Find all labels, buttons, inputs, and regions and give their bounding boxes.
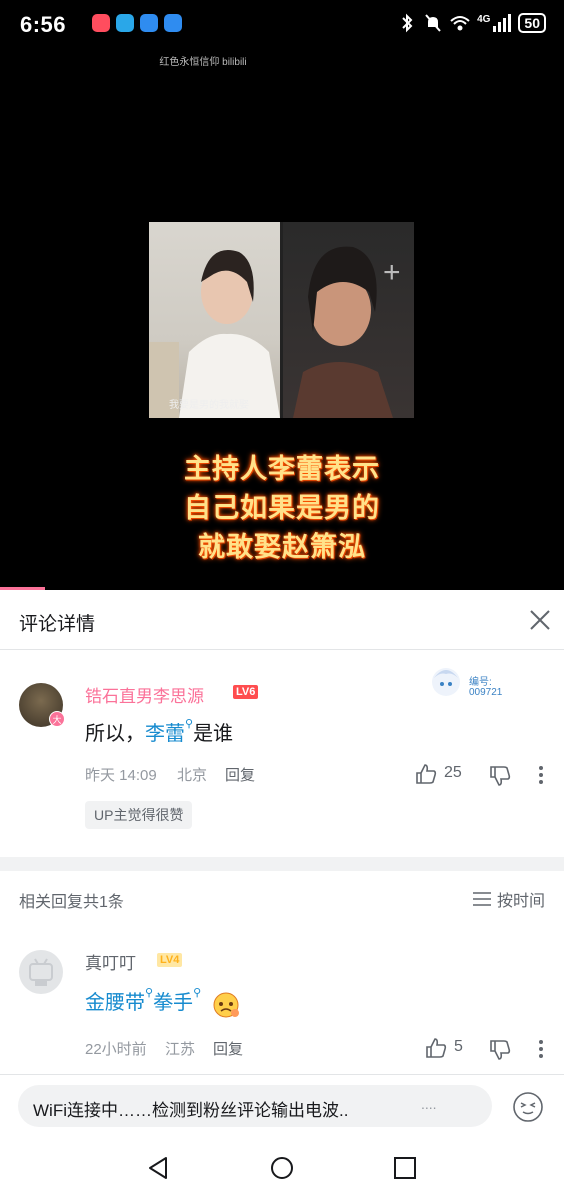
comment-username[interactable]: 锆石直男李思源 [85,682,204,707]
video-frame-right: + [283,222,414,418]
app-notification-icon [164,14,182,32]
search-keyword-link[interactable]: 金腰带 [85,992,145,1014]
comment-text: 所以，李蕾⚲是谁 [85,717,233,746]
mute-icon [425,14,441,32]
input-placeholder: WiFi连接中……检测到粉丝评论输出电波.. [33,1101,349,1120]
signal-icon [493,14,512,32]
more-icon[interactable] [539,766,543,787]
avatar[interactable] [19,950,63,994]
video-inner-subtitle: 我要是男的我就娶 [169,400,249,411]
up-liked-tag: UP主觉得很赞 [85,801,193,829]
video-frame-left: 我要是男的我就娶 [149,222,280,418]
search-keyword-link[interactable]: 李蕾 [145,723,185,745]
search-icon: ⚲ [185,718,194,730]
reply-username[interactable]: 真叮叮 [85,949,136,974]
reply-text: 金腰带⚲拳手⚲ [85,986,241,1019]
search-icon: ⚲ [145,987,154,999]
video-watermark: 红色永恒信仰 bilibili [159,57,247,68]
system-nav-bar [0,1140,564,1200]
status-time: 6:56 [20,12,67,37]
like-count: 5 [454,1038,463,1055]
notification-icons [92,14,182,32]
bluetooth-icon [402,13,413,33]
comment-input-bar: WiFi连接中……检测到粉丝评论输出电波.. .... [0,1074,564,1130]
thumbs-down-icon[interactable] [489,1039,511,1061]
caption-line: 自己如果是男的 [184,493,380,523]
app-notification-icon [140,14,158,32]
back-triangle-icon[interactable] [146,1155,172,1181]
comment-location: 北京 [177,767,208,784]
reply-button[interactable]: 回复 [213,1038,243,1059]
person-left-image [149,250,280,418]
fan-badge-number: 009721 [469,687,503,698]
network-type: 4G [477,13,491,25]
comment-text-part: 是谁 [193,723,234,745]
person-right-image: + [293,246,401,418]
battery-level: 50 [524,15,540,31]
avatar-badge: 大 [49,711,65,727]
level-badge: LV6 [233,685,259,699]
emoji-icon[interactable] [512,1091,544,1123]
search-icon: ⚲ [193,987,202,999]
comment-panel-header: 评论详情 [0,590,564,650]
input-placeholder-dots: .... [421,1096,437,1112]
app-notification-icon [92,14,110,32]
caption-line: 就敢娶赵箫泓 [198,532,366,562]
comment-time: 昨天 14:09 [85,767,157,784]
video-player[interactable]: 红色永恒信仰 bilibili 我要是男的我就娶 + 主持人李蕾表示 自己如果是… [0,50,564,590]
video-frame: 我要是男的我就娶 + [149,222,414,418]
svg-text:+: + [383,256,401,289]
thumbs-up-icon[interactable] [415,763,437,785]
level-badge: LV4 [157,953,183,967]
fan-badge-label: 编号: [469,677,492,688]
reply-location: 江苏 [165,1041,196,1058]
panel-title: 评论详情 [19,614,96,635]
comment-text-part: 所以， [85,723,145,745]
thumbs-down-icon[interactable] [489,765,511,787]
reply-count: 相关回复共1条 [19,894,124,911]
recents-square-icon[interactable] [392,1155,418,1181]
sort-button[interactable]: 按时间 [472,887,545,911]
comment-input[interactable]: WiFi连接中……检测到粉丝评论输出电波.. .... [18,1085,492,1127]
battery-icon: 50 [518,13,546,33]
caption-line: 主持人李蕾表示 [184,454,380,484]
status-bar: 6:56 4G 50 [0,0,564,50]
video-caption: 主持人李蕾表示 自己如果是男的 就敢娶赵箫泓 [0,450,564,567]
sort-label: 按时间 [496,893,545,910]
search-keyword-link[interactable]: 拳手 [153,992,193,1014]
wifi-icon [450,16,470,31]
default-avatar-icon [29,958,53,986]
reply-time: 22小时前 [85,1041,147,1058]
like-count: 25 [444,764,462,781]
reply-button[interactable]: 回复 [225,764,255,785]
fan-badge-icon [432,668,460,696]
home-circle-icon[interactable] [269,1155,295,1181]
thumbs-up-icon[interactable] [425,1037,447,1059]
status-right: 4G 50 [397,12,546,34]
more-icon[interactable] [539,1040,543,1061]
sort-icon [472,892,491,906]
angry-emoji-icon [213,992,239,1018]
section-divider [0,857,564,871]
close-icon[interactable] [526,606,554,634]
app-notification-icon [116,14,134,32]
